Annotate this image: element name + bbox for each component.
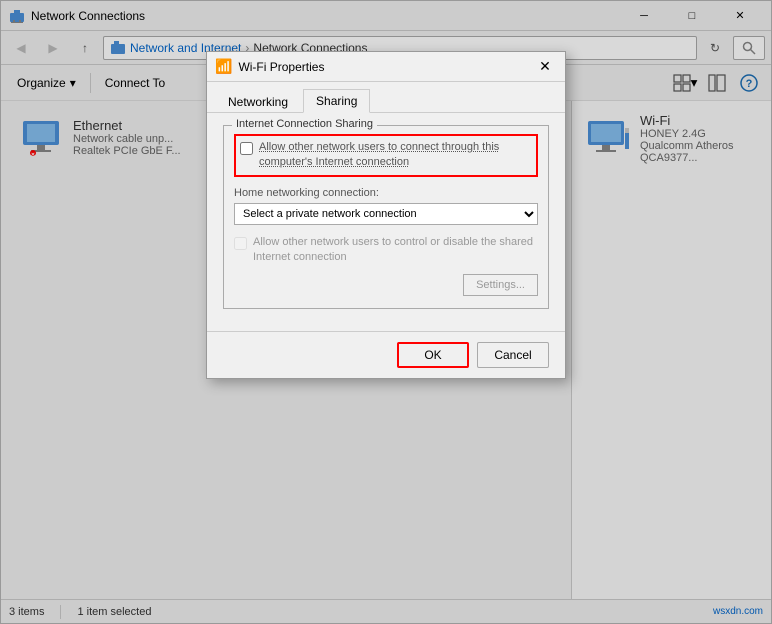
dialog-content: Internet Connection Sharing Allow other … <box>207 113 565 331</box>
home-network-label: Home networking connection: <box>234 187 538 199</box>
dialog-titlebar: 📶 Wi-Fi Properties ✕ <box>207 52 565 82</box>
dialog-buttons: OK Cancel <box>207 331 565 378</box>
dialog-title: Wi-Fi Properties <box>238 60 533 74</box>
dropdown-row: Select a private network connection <box>234 203 538 225</box>
settings-btn-row: Settings... <box>234 274 538 296</box>
main-window: Network Connections ─ □ ✕ ◀ ▶ ↑ Network … <box>0 0 772 624</box>
allow-control-row: Allow other network users to control or … <box>234 235 538 266</box>
tab-networking[interactable]: Networking <box>215 89 301 113</box>
allow-sharing-label: Allow other network users to connect thr… <box>259 140 532 171</box>
dialog-tabs: Networking Sharing <box>207 82 565 113</box>
dialog-title-icon: 📶 <box>215 58 232 75</box>
allow-control-label: Allow other network users to control or … <box>253 235 538 266</box>
allow-sharing-row: Allow other network users to connect thr… <box>234 134 538 177</box>
ics-group-box: Internet Connection Sharing Allow other … <box>223 125 549 309</box>
tab-sharing[interactable]: Sharing <box>303 89 370 113</box>
dialog-overlay: 📶 Wi-Fi Properties ✕ Networking Sharing … <box>1 1 771 623</box>
group-box-label: Internet Connection Sharing <box>232 118 377 130</box>
wifi-properties-dialog: 📶 Wi-Fi Properties ✕ Networking Sharing … <box>206 51 566 379</box>
private-network-dropdown[interactable]: Select a private network connection <box>234 203 538 225</box>
settings-button[interactable]: Settings... <box>463 274 538 296</box>
allow-sharing-checkbox[interactable] <box>240 142 253 155</box>
allow-control-checkbox <box>234 237 247 250</box>
dialog-close-button[interactable]: ✕ <box>533 55 557 79</box>
cancel-button[interactable]: Cancel <box>477 342 549 368</box>
ok-button[interactable]: OK <box>397 342 469 368</box>
